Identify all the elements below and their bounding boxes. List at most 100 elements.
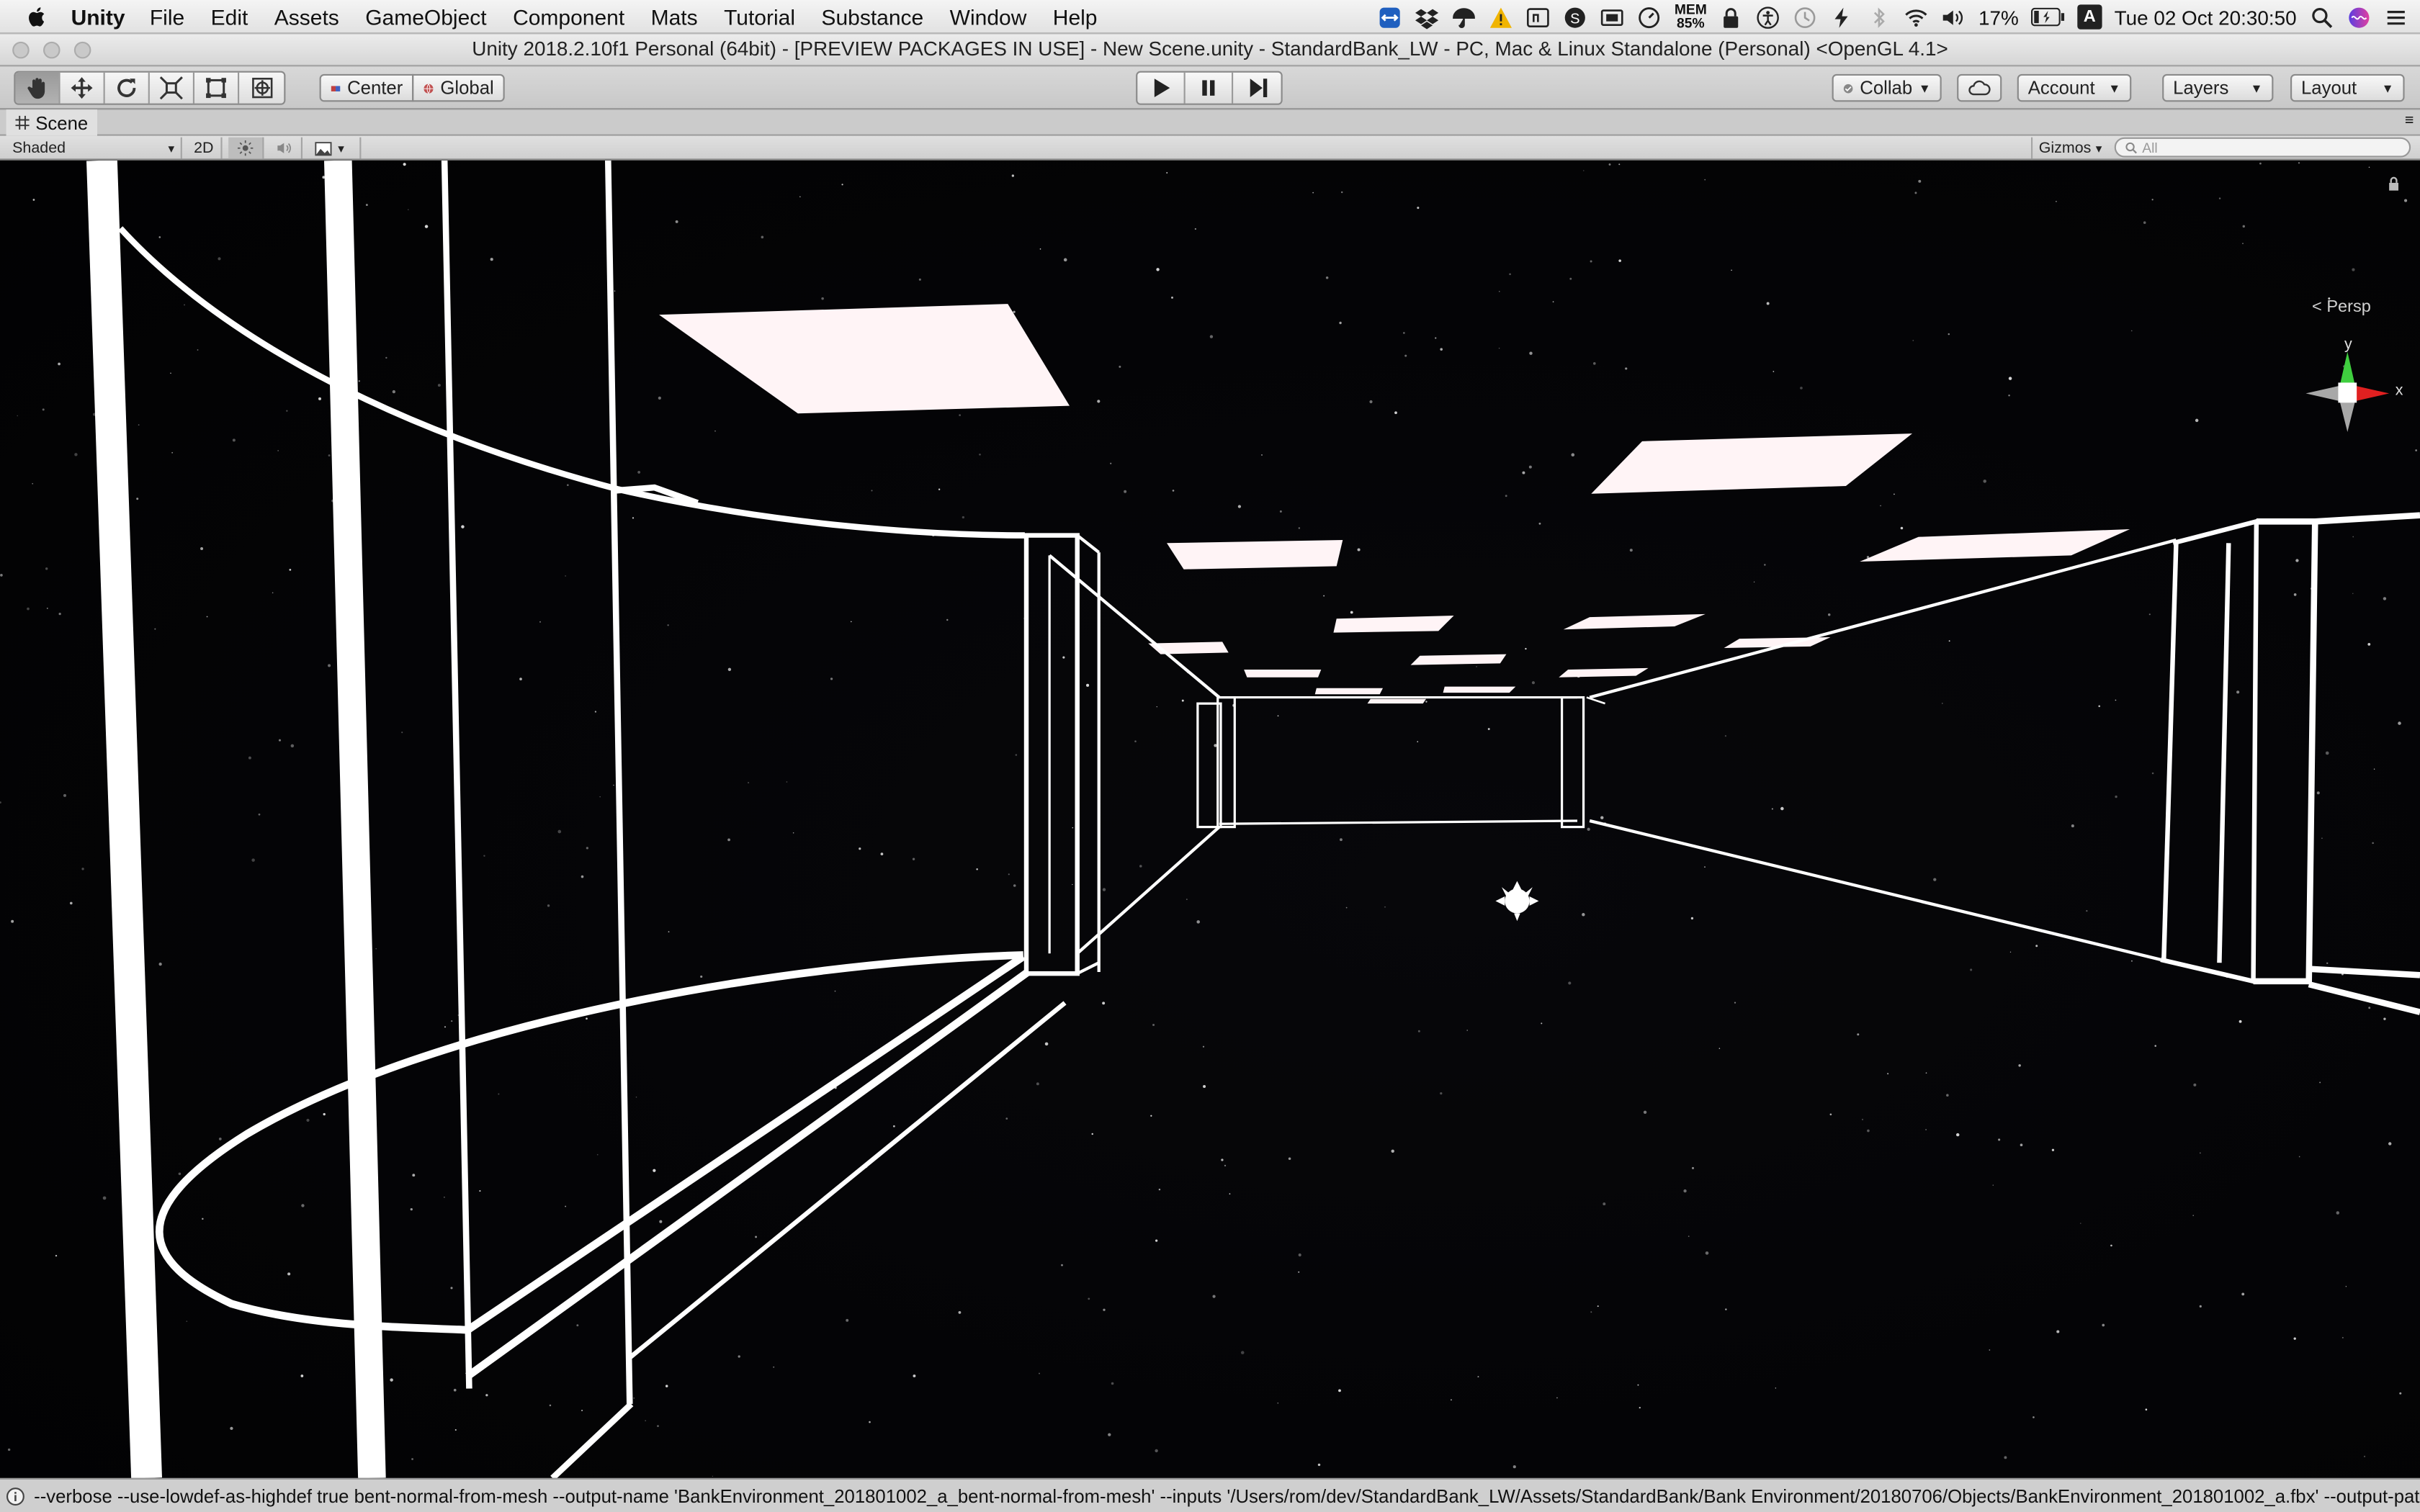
menu-substance[interactable]: Substance	[821, 4, 923, 28]
gizmos-dropdown[interactable]: Gizmos ▾	[2031, 137, 2105, 159]
input-source-icon[interactable]: A	[2077, 4, 2102, 30]
chevron-down-icon: ▼	[2108, 81, 2121, 95]
zoom-window-button[interactable]	[73, 41, 91, 59]
dropbox-icon[interactable]	[1415, 4, 1440, 29]
star	[727, 667, 732, 671]
scene-orientation-gizmo[interactable]: y x	[2300, 330, 2408, 446]
app-menu-unity[interactable]: Unity	[71, 4, 125, 28]
star	[1341, 191, 1343, 194]
star	[1900, 526, 1904, 530]
star	[1688, 1236, 1690, 1237]
lock-icon[interactable]	[1719, 4, 1744, 29]
pivot-center-toggle[interactable]: Center	[319, 73, 414, 102]
memory-monitor[interactable]: MEM 85%	[1675, 2, 1707, 31]
star	[1102, 1002, 1106, 1005]
menu-window[interactable]: Window	[950, 4, 1027, 28]
scale-tool-button[interactable]	[150, 72, 194, 104]
viewport-lock-icon[interactable]	[2386, 176, 2401, 191]
teamviewer-icon[interactable]	[1378, 4, 1402, 29]
account-label: Account	[2027, 77, 2095, 99]
rect-tool-button[interactable]	[194, 72, 240, 104]
umbrella-icon[interactable]	[1452, 4, 1476, 29]
transform-tools	[14, 71, 286, 105]
play-button[interactable]	[1137, 72, 1186, 104]
battery-icon[interactable]	[2030, 4, 2065, 29]
siri-icon[interactable]	[2346, 4, 2370, 29]
time-machine-icon[interactable]	[1793, 4, 1818, 29]
accessibility-icon[interactable]	[1756, 4, 1780, 29]
spotlight-search-icon[interactable]	[2309, 4, 2334, 29]
gizmo-neg-y-axis[interactable]	[2339, 401, 2355, 432]
star	[1013, 310, 1016, 313]
close-window-button[interactable]	[12, 41, 30, 59]
star	[1568, 981, 1572, 985]
hierarchy-search-input[interactable]: All	[2114, 137, 2411, 158]
rect-transform-icon	[206, 78, 226, 99]
menu-component[interactable]: Component	[513, 4, 624, 28]
collab-dropdown[interactable]: Collab ▼	[1832, 73, 1942, 102]
console-status-bar[interactable]: --verbose --use-lowdef-as-highdef true b…	[0, 1477, 2420, 1512]
display-icon[interactable]	[1526, 4, 1551, 29]
layers-dropdown[interactable]: Layers ▼	[2162, 73, 2274, 102]
star	[1690, 917, 1694, 920]
star	[1505, 495, 1507, 498]
tab-scene[interactable]: Scene	[6, 109, 98, 136]
menu-help[interactable]: Help	[1053, 4, 1098, 28]
volume-icon[interactable]	[1942, 4, 1966, 29]
gizmo-x-axis[interactable]	[2355, 385, 2390, 402]
step-button[interactable]	[1233, 73, 1281, 104]
status-tray: S MEM 85% 17% A Tue 02 Oct 20:30:50	[1378, 0, 2407, 34]
cloud-services-button[interactable]	[1957, 73, 2002, 102]
bolt-icon[interactable]	[1830, 4, 1855, 29]
tab-menu-icon[interactable]: ≡	[2405, 112, 2414, 130]
star	[1181, 699, 1184, 702]
apple-menu-icon[interactable]	[24, 4, 49, 28]
notification-center-icon[interactable]	[2383, 4, 2408, 29]
menu-gameobject[interactable]: GameObject	[365, 4, 486, 28]
scene-audio-toggle[interactable]	[267, 137, 302, 159]
warning-icon[interactable]	[1489, 4, 1514, 29]
transform-tool-button[interactable]	[239, 73, 284, 104]
star	[2110, 1244, 2112, 1247]
hand-tool-button[interactable]	[15, 72, 60, 104]
star	[287, 1272, 291, 1276]
star	[1088, 1297, 1090, 1300]
star	[289, 568, 292, 571]
projection-toggle[interactable]: < Persp	[2312, 298, 2371, 317]
pivot-global-toggle[interactable]: Global	[412, 73, 505, 102]
star	[454, 1428, 457, 1431]
battery-percent[interactable]: 17%	[1978, 6, 2019, 29]
wifi-icon[interactable]	[1904, 4, 1929, 29]
draw-mode-dropdown[interactable]: Shaded ▾	[6, 137, 182, 159]
rotate-tool-button[interactable]	[105, 72, 150, 104]
scene-viewport[interactable]: y x < Persp	[0, 160, 2420, 1478]
pause-button[interactable]	[1186, 72, 1234, 104]
star	[2321, 837, 2323, 839]
menu-assets[interactable]: Assets	[274, 4, 339, 28]
screen-icon[interactable]	[1600, 4, 1625, 29]
skype-icon[interactable]: S	[1564, 4, 1588, 29]
toggle-2d-label: 2D	[194, 139, 214, 157]
move-tool-button[interactable]	[60, 72, 105, 104]
star	[184, 304, 186, 306]
menu-edit[interactable]: Edit	[211, 4, 248, 28]
menu-tutorial[interactable]: Tutorial	[724, 4, 795, 28]
menu-mats[interactable]: Mats	[651, 4, 698, 28]
toggle-2d-button[interactable]: 2D	[187, 137, 223, 159]
account-dropdown[interactable]: Account ▼	[2017, 73, 2132, 102]
gizmo-y-axis[interactable]	[2339, 351, 2355, 386]
gizmo-center-cube[interactable]	[2338, 382, 2357, 403]
scene-lighting-toggle[interactable]	[228, 137, 264, 159]
star	[2102, 1323, 2105, 1327]
star	[290, 744, 295, 748]
menu-file[interactable]: File	[150, 4, 184, 28]
speedometer-icon[interactable]	[1637, 4, 1662, 29]
clock[interactable]: Tue 02 Oct 20:30:50	[2115, 6, 2297, 29]
gizmo-neg-x-axis[interactable]	[2305, 385, 2340, 402]
star	[1948, 333, 1950, 336]
layout-dropdown[interactable]: Layout ▼	[2290, 73, 2405, 102]
minimize-window-button[interactable]	[43, 41, 60, 59]
scene-effects-dropdown[interactable]: ▾	[309, 137, 362, 159]
bluetooth-icon[interactable]	[1868, 4, 1892, 29]
svg-text:S: S	[1571, 11, 1580, 27]
